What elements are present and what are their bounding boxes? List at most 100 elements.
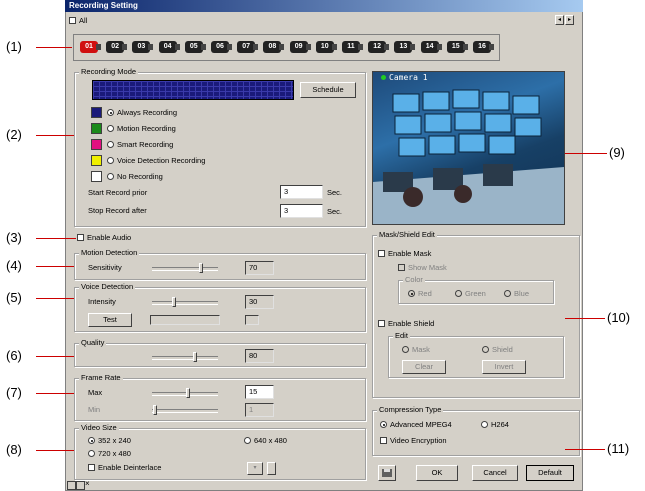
size-640-label: 640 x 480 xyxy=(254,436,287,445)
enable-shield-checkbox[interactable] xyxy=(378,320,385,327)
camera-button-05[interactable]: 05 xyxy=(183,37,207,59)
edit-shield-label: Shield xyxy=(492,345,513,354)
mode-label: Voice Detection Recording xyxy=(117,156,206,165)
max-value[interactable]: 15 xyxy=(245,385,274,399)
all-checkbox[interactable] xyxy=(69,17,76,24)
mode-radio-0[interactable] xyxy=(107,109,114,116)
color-label: Color xyxy=(403,275,425,285)
invert-button[interactable]: Invert xyxy=(482,360,526,374)
camera-number: 03 xyxy=(137,43,146,50)
size-352-radio[interactable] xyxy=(88,437,95,444)
scroll-left-button[interactable]: ◂ xyxy=(555,15,564,25)
mpeg4-radio[interactable] xyxy=(380,421,387,428)
save-icon-button[interactable] xyxy=(378,465,396,481)
camera-button-16[interactable]: 16 xyxy=(471,37,495,59)
deinterlace-option-button[interactable] xyxy=(267,462,276,475)
mode-label: No Recording xyxy=(117,172,163,181)
mode-radio-4[interactable] xyxy=(107,173,114,180)
show-mask-checkbox[interactable] xyxy=(398,264,405,271)
compression-group: Compression Type xyxy=(372,405,580,456)
size-720-label: 720 x 480 xyxy=(98,449,131,458)
mode-label: Smart Recording xyxy=(117,140,174,149)
size-720-radio[interactable] xyxy=(88,450,95,457)
start-record-input[interactable]: 3 xyxy=(280,185,323,199)
camera-button-15[interactable]: 15 xyxy=(445,37,469,59)
callout-5: (5) xyxy=(6,290,22,305)
max-slider[interactable] xyxy=(186,388,190,398)
enable-audio-checkbox[interactable] xyxy=(77,234,84,241)
callout-8: (8) xyxy=(6,442,22,457)
mode-radio-1[interactable] xyxy=(107,125,114,132)
callout-6: (6) xyxy=(6,348,22,363)
show-mask-label: Show Mask xyxy=(408,263,447,272)
intensity-label: Intensity xyxy=(88,297,116,306)
default-button[interactable]: Default xyxy=(526,465,574,481)
layout-icon[interactable] xyxy=(67,481,76,490)
deinterlace-checkbox[interactable] xyxy=(88,464,95,471)
sensitivity-value: 70 xyxy=(245,261,274,275)
mpeg4-label: Advanced MPEG4 xyxy=(390,420,452,429)
mode-radio-3[interactable] xyxy=(107,157,114,164)
color-blue-radio[interactable] xyxy=(504,290,511,297)
camera-number: 04 xyxy=(163,43,172,50)
enable-mask-checkbox[interactable] xyxy=(378,250,385,257)
camera-button-08[interactable]: 08 xyxy=(261,37,285,59)
min-slider[interactable] xyxy=(153,405,157,415)
deinterlace-dropdown[interactable]: ▾ xyxy=(247,462,263,475)
camera-button-14[interactable]: 14 xyxy=(419,37,443,59)
mask-shield-label: Mask/Shield Edit xyxy=(377,230,437,240)
test-button[interactable]: Test xyxy=(88,313,132,327)
voice-detection-label: Voice Detection xyxy=(79,282,136,292)
min-track xyxy=(152,409,218,413)
sensitivity-label: Sensitivity xyxy=(88,263,122,272)
callout-line-8 xyxy=(36,450,74,451)
stop-record-label: Stop Record after xyxy=(88,206,147,215)
all-label: All xyxy=(79,16,88,25)
callout-line-1 xyxy=(36,47,72,48)
edit-mask-radio[interactable] xyxy=(402,346,409,353)
scroll-right-button[interactable]: ▸ xyxy=(565,15,574,25)
stop-record-input[interactable]: 3 xyxy=(280,204,323,218)
camera-button-03[interactable]: 03 xyxy=(130,37,154,59)
motion-detection-label: Motion Detection xyxy=(79,248,140,258)
quality-group: Quality xyxy=(74,338,366,367)
camera-button-11[interactable]: 11 xyxy=(340,37,364,59)
camera-number: 02 xyxy=(111,43,120,50)
camera-button-09[interactable]: 09 xyxy=(288,37,312,59)
camera-button-04[interactable]: 04 xyxy=(157,37,181,59)
camera-number: 10 xyxy=(320,43,329,50)
sensitivity-slider[interactable] xyxy=(199,263,203,273)
mode-color-swatch xyxy=(91,155,102,166)
mode-radio-2[interactable] xyxy=(107,141,114,148)
ok-button[interactable]: OK xyxy=(416,465,458,481)
max-label: Max xyxy=(88,388,103,397)
size-640-radio[interactable] xyxy=(244,437,251,444)
camera-button-06[interactable]: 06 xyxy=(209,37,233,59)
intensity-value: 30 xyxy=(245,295,274,309)
camera-button-13[interactable]: 13 xyxy=(392,37,416,59)
close-icon[interactable]: × xyxy=(85,479,90,488)
edit-shield-radio[interactable] xyxy=(482,346,489,353)
intensity-slider[interactable] xyxy=(172,297,176,307)
mode-label: Always Recording xyxy=(117,108,178,117)
quality-slider[interactable] xyxy=(193,352,197,362)
color-red-radio[interactable] xyxy=(408,290,415,297)
window-icon[interactable] xyxy=(76,481,85,490)
camera-button-10[interactable]: 10 xyxy=(314,37,338,59)
video-encryption-checkbox[interactable] xyxy=(380,437,387,444)
mode-color-swatch xyxy=(91,123,102,134)
camera-button-02[interactable]: 02 xyxy=(104,37,128,59)
camera-button-07[interactable]: 07 xyxy=(235,37,259,59)
camera-label: Camera 1 xyxy=(389,73,428,82)
callout-line-2 xyxy=(36,135,74,136)
callout-11: (11) xyxy=(607,441,630,456)
schedule-button[interactable]: Schedule xyxy=(300,82,356,98)
h264-radio[interactable] xyxy=(481,421,488,428)
camera-button-12[interactable]: 12 xyxy=(366,37,390,59)
camera-number: 12 xyxy=(373,43,382,50)
color-green-radio[interactable] xyxy=(455,290,462,297)
clear-button[interactable]: Clear xyxy=(402,360,446,374)
cancel-button[interactable]: Cancel xyxy=(472,465,518,481)
voice-indicator xyxy=(245,315,259,325)
camera-button-01[interactable]: 01 xyxy=(78,37,102,59)
